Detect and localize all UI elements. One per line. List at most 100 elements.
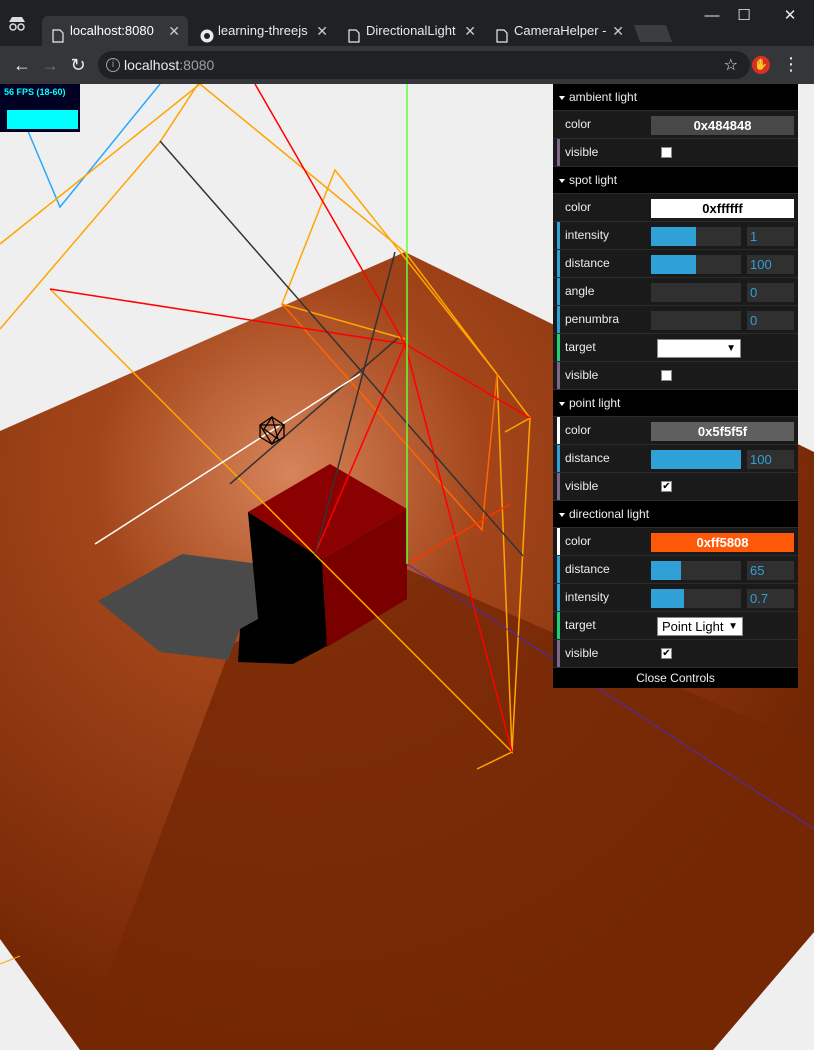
- gui-row-label: visible: [565, 479, 599, 493]
- number-input[interactable]: 1: [747, 227, 794, 246]
- forward-arrow-icon[interactable]: →: [36, 51, 64, 79]
- gui-row-label: distance: [565, 256, 610, 270]
- gui-row-strip: [557, 222, 560, 249]
- browser-tab[interactable]: CameraHelper - ✕: [486, 16, 632, 46]
- new-tab-button[interactable]: [633, 25, 673, 42]
- gui-row-label: visible: [565, 646, 599, 660]
- browser-toolbar: ← → ↻ i localhost:8080 ☆ ✋ ⋮: [0, 46, 814, 84]
- tab-title: localhost:8080: [70, 23, 154, 38]
- gui-row-label: angle: [565, 284, 595, 298]
- fps-readout: 56 FPS (18-60): [4, 87, 66, 97]
- slider-fill: [651, 561, 681, 580]
- target-select[interactable]: Point Light ▼: [657, 617, 743, 636]
- webgl-canvas[interactable]: 56 FPS (18-60) ambient light color 0x48484…: [0, 84, 814, 1050]
- gui-row-strip: [557, 612, 560, 639]
- gui-row-angle: angle 0: [553, 278, 798, 306]
- dropdown-arrow-icon: ▼: [726, 343, 736, 354]
- extension-stop-icon[interactable]: ✋: [752, 56, 770, 74]
- gui-row-intensity: intensity 0.7: [553, 584, 798, 612]
- gui-row-label: distance: [565, 451, 610, 465]
- gui-row-visible: visible ✔: [553, 640, 798, 668]
- gui-row-strip: [557, 445, 560, 472]
- close-tab-icon[interactable]: ✕: [612, 16, 624, 46]
- incognito-icon: [6, 14, 28, 36]
- info-icon[interactable]: i: [106, 58, 120, 72]
- close-tab-icon[interactable]: ✕: [316, 16, 328, 46]
- dropdown-arrow-icon: ▼: [728, 621, 738, 632]
- bookmark-star-icon[interactable]: ☆: [724, 55, 738, 75]
- browser-tab[interactable]: DirectionalLight ✕: [338, 16, 484, 46]
- close-tab-icon[interactable]: ✕: [168, 16, 180, 46]
- number-input[interactable]: 0: [747, 283, 794, 302]
- address-bar[interactable]: i localhost:8080 ☆: [98, 51, 750, 79]
- gui-folder-title[interactable]: spot light: [553, 167, 798, 194]
- gui-row-label: visible: [565, 145, 599, 159]
- dat-gui-panel: ambient light color 0x484848 visible spot li…: [553, 84, 798, 688]
- visible-checkbox[interactable]: ✔: [661, 648, 672, 659]
- gui-row-penumbra: penumbra 0: [553, 306, 798, 334]
- gui-folder-title[interactable]: ambient light: [553, 84, 798, 111]
- gui-row-strip: [557, 640, 560, 667]
- browser-tab[interactable]: localhost:8080 ✕: [42, 16, 188, 46]
- gui-row-visible: visible: [553, 362, 798, 390]
- gui-row-label: intensity: [565, 590, 610, 604]
- visible-checkbox[interactable]: [661, 370, 672, 381]
- gui-folder-title[interactable]: directional light: [553, 501, 798, 528]
- url-text[interactable]: localhost:8080: [124, 57, 214, 73]
- number-input[interactable]: 0: [747, 311, 794, 330]
- close-controls-button[interactable]: Close Controls: [553, 668, 798, 688]
- gui-row-label: color: [565, 117, 592, 131]
- gui-row-label: target: [565, 618, 596, 632]
- menu-dots-icon[interactable]: ⋮: [782, 54, 800, 75]
- color-input[interactable]: 0xffffff: [651, 199, 794, 218]
- gui-row-strip: [557, 473, 560, 500]
- gui-row-strip: [557, 306, 560, 333]
- gui-row-strip: [557, 139, 560, 166]
- value-slider[interactable]: [651, 561, 741, 580]
- browser-titlebar: localhost:8080 ✕ learning-threejs ✕ Dire…: [0, 0, 814, 46]
- color-input[interactable]: 0x484848: [651, 116, 794, 135]
- number-input[interactable]: 100: [747, 450, 794, 469]
- gui-row-strip: [557, 250, 560, 277]
- value-slider[interactable]: [651, 227, 741, 246]
- gui-row-strip: [557, 556, 560, 583]
- gui-row-label: color: [565, 200, 592, 214]
- value-slider[interactable]: [651, 283, 741, 302]
- number-input[interactable]: 100: [747, 255, 794, 274]
- visible-checkbox[interactable]: ✔: [661, 481, 672, 492]
- gui-row-label: penumbra: [565, 312, 620, 326]
- visible-checkbox[interactable]: [661, 147, 672, 158]
- gui-folder-title[interactable]: point light: [553, 390, 798, 417]
- close-tab-icon[interactable]: ✕: [464, 16, 476, 46]
- gui-row-distance: distance 100: [553, 250, 798, 278]
- slider-fill: [651, 227, 696, 246]
- tab-title: CameraHelper -: [514, 23, 607, 38]
- tab-title: DirectionalLight: [366, 23, 456, 38]
- value-slider[interactable]: [651, 311, 741, 330]
- value-slider[interactable]: [651, 589, 741, 608]
- value-slider[interactable]: [651, 255, 741, 274]
- slider-fill: [651, 589, 685, 608]
- target-select[interactable]: ▼: [657, 339, 741, 358]
- color-input[interactable]: 0xff5808: [651, 533, 794, 552]
- number-input[interactable]: 65: [747, 561, 794, 580]
- gui-row-label: color: [565, 534, 592, 548]
- close-window-icon[interactable]: ✕: [775, 4, 805, 28]
- gui-row-distance: distance 100: [553, 445, 798, 473]
- minimize-icon[interactable]: —: [697, 4, 727, 28]
- maximize-icon[interactable]: ☐: [729, 4, 759, 28]
- gui-row-strip: [557, 362, 560, 389]
- gui-row-target: target Point Light ▼: [553, 612, 798, 640]
- reload-icon[interactable]: ↻: [64, 51, 92, 79]
- gui-row-label: distance: [565, 562, 610, 576]
- color-input[interactable]: 0x5f5f5f: [651, 422, 794, 441]
- back-arrow-icon[interactable]: ←: [8, 51, 36, 79]
- gui-row-strip: [557, 278, 560, 305]
- gui-row-intensity: intensity 1: [553, 222, 798, 250]
- number-input[interactable]: 0.7: [747, 589, 794, 608]
- value-slider[interactable]: [651, 450, 741, 469]
- stats-panel[interactable]: 56 FPS (18-60): [0, 84, 80, 132]
- browser-tab[interactable]: learning-threejs ✕: [190, 16, 336, 46]
- gui-row-label: intensity: [565, 228, 610, 242]
- gui-row-target: target ▼: [553, 334, 798, 362]
